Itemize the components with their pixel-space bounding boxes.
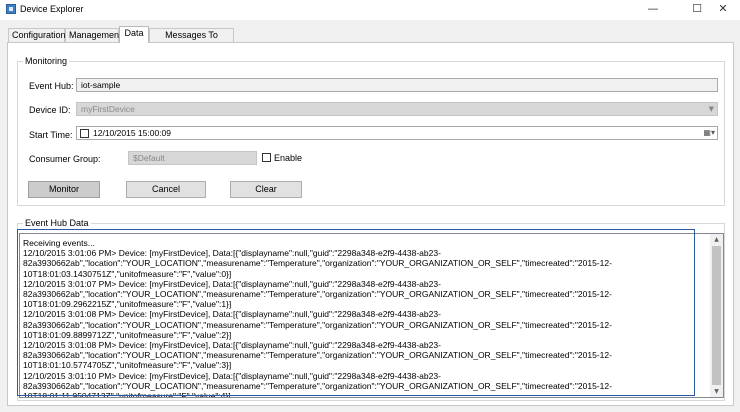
log-line: 10T18:01:09.2962215Z","unitofmeasure":"F… — [23, 299, 232, 310]
monitoring-group: Monitoring Event Hub: iot-sample Device … — [17, 56, 725, 206]
window-title: Device Explorer — [20, 4, 84, 14]
log-line: 10T18:01:09.8899712Z","unitofmeasure":"F… — [23, 329, 232, 340]
consumer-group-label: Consumer Group: — [29, 154, 101, 164]
scroll-down-icon[interactable]: ▼ — [710, 386, 723, 397]
log-line: 10T18:01:10.5774705Z","unitofmeasure":"F… — [23, 360, 232, 371]
event-hub-data-group: Event Hub Data Receiving events... 12/10/… — [17, 218, 725, 401]
tab-configuration[interactable]: Configuration — [8, 28, 66, 42]
tab-messages-to-device[interactable]: Messages To Device — [149, 28, 234, 53]
monitoring-group-label: Monitoring — [23, 56, 70, 66]
event-hub-data-group-label: Event Hub Data — [23, 218, 91, 228]
close-button[interactable]: ✕ — [706, 0, 740, 20]
log-line: 10T18:01:03.1430751Z","unitofmeasure":"F… — [23, 268, 232, 279]
device-id-combobox[interactable]: myFirstDevice ▼ — [76, 102, 718, 116]
chevron-down-icon: ▼ — [708, 105, 714, 113]
title-bar: Device Explorer — ☐ ✕ — [0, 0, 740, 20]
event-hub-label: Event Hub: — [29, 81, 74, 91]
cancel-button[interactable]: Cancel — [126, 181, 206, 198]
log-line: 12/10/2015 3:01:08 PM> Device: [myFirstD… — [23, 309, 441, 320]
start-time-label: Start Time: — [29, 130, 73, 140]
log-line: 10T18:01:11.9504713Z","unitofmeasure":"F… — [23, 391, 231, 398]
log-line: 82a3930662ab","location":"YOUR_LOCATION"… — [23, 319, 612, 330]
start-time-checkbox[interactable] — [80, 129, 89, 138]
monitor-button[interactable]: Monitor — [28, 181, 100, 198]
start-time-picker[interactable]: 12/10/2015 15:00:09 ▦▾ — [76, 126, 718, 140]
log-line: 82a3930662ab","location":"YOUR_LOCATION"… — [23, 289, 612, 300]
event-log-text: Receiving events... 12/10/2015 3:01:06 PM… — [23, 238, 709, 398]
app-icon — [6, 4, 16, 14]
calendar-dropdown-icon[interactable]: ▦▾ — [703, 127, 715, 139]
scroll-up-icon[interactable]: ▲ — [710, 234, 723, 245]
log-line: Receiving events... — [23, 238, 95, 248]
data-tab-page: Monitoring Event Hub: iot-sample Device … — [7, 42, 734, 406]
vertical-scrollbar[interactable]: ▲ ▼ — [710, 234, 723, 397]
enable-label: Enable — [274, 153, 303, 163]
tab-management[interactable]: Management — [65, 28, 122, 42]
log-line: 12/10/2015 3:01:06 PM> Device: [myFirstD… — [23, 248, 441, 259]
log-line: 82a3930662ab","location":"YOUR_LOCATION"… — [23, 350, 612, 361]
log-line: 12/10/2015 3:01:10 PM> Device: [myFirstD… — [23, 370, 441, 381]
device-id-value: myFirstDevice — [81, 104, 135, 114]
device-id-label: Device ID: — [29, 105, 71, 115]
minimize-button[interactable]: — — [636, 0, 670, 20]
clear-button[interactable]: Clear — [230, 181, 302, 198]
event-hub-data-textbox[interactable]: Receiving events... 12/10/2015 3:01:06 PM… — [19, 233, 724, 398]
tab-data[interactable]: Data — [119, 26, 149, 43]
consumer-group-field[interactable]: $Default — [128, 151, 257, 165]
log-line: 12/10/2015 3:01:07 PM> Device: [myFirstD… — [23, 278, 441, 289]
log-line: 82a3930662ab","location":"YOUR_LOCATION"… — [23, 380, 612, 391]
log-line: 82a3930662ab","location":"YOUR_LOCATION"… — [23, 258, 612, 269]
scrollbar-thumb[interactable] — [712, 246, 721, 385]
event-hub-field[interactable]: iot-sample — [76, 78, 718, 92]
enable-checkbox[interactable] — [262, 153, 271, 162]
start-time-value: 12/10/2015 15:00:09 — [93, 128, 171, 138]
log-line: 12/10/2015 3:01:08 PM> Device: [myFirstD… — [23, 340, 441, 351]
